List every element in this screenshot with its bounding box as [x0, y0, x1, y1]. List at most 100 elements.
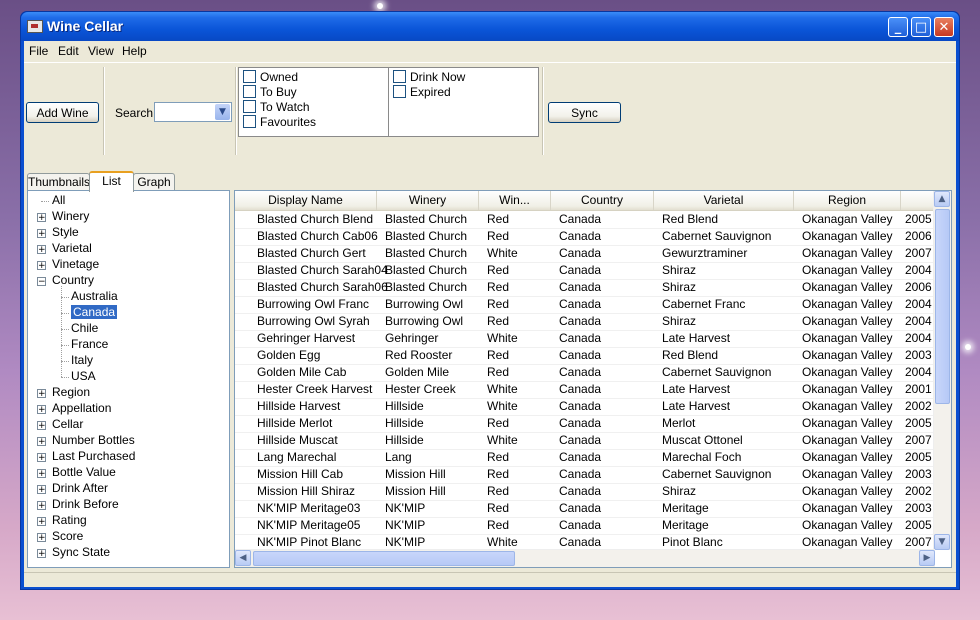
tree-item[interactable]: Cellar	[52, 417, 83, 433]
wine-list[interactable]: Display Name Winery Win... Country Varietal R…	[234, 190, 952, 568]
col-varietal-header[interactable]: Varietal	[654, 191, 794, 210]
checkbox-icon[interactable]	[243, 70, 256, 83]
horizontal-scrollbar[interactable]: ◀ ▶	[235, 549, 935, 567]
tree-item[interactable]: Number Bottles	[52, 433, 135, 449]
tab-list[interactable]: List	[89, 171, 134, 192]
tree-item[interactable]: Region	[52, 385, 90, 401]
tree-item[interactable]: Appellation	[52, 401, 111, 417]
expand-icon[interactable]: +	[37, 437, 46, 447]
expand-icon[interactable]: +	[37, 485, 46, 495]
checkbox-icon[interactable]	[393, 85, 406, 98]
expand-icon[interactable]: +	[37, 549, 46, 559]
expand-icon[interactable]: +	[37, 405, 46, 415]
expand-icon[interactable]: +	[37, 469, 46, 479]
tree-item[interactable]: Rating	[52, 513, 87, 529]
col-winery-header[interactable]: Winery	[377, 191, 479, 210]
expand-icon[interactable]: +	[37, 389, 46, 399]
table-row[interactable]: NK'MIP Meritage03 NK'MIP Red Canada Meritage…	[235, 500, 935, 518]
tree-item[interactable]: Bottle Value	[52, 465, 116, 481]
col-display-name-header[interactable]: Display Name	[235, 191, 377, 210]
expand-icon[interactable]: +	[37, 421, 46, 431]
table-row[interactable]: NK'MIP Meritage05 NK'MIP Red Canada Meritage…	[235, 517, 935, 535]
table-row[interactable]: Golden Egg Red Rooster Red Canada Red Blend O…	[235, 347, 935, 365]
close-button[interactable]: ✕	[934, 17, 954, 37]
table-row[interactable]: Hillside Muscat Hillside White Canada Muscat…	[235, 432, 935, 450]
filter-drink-now[interactable]: Drink Now	[393, 70, 465, 85]
tree-item[interactable]: Last Purchased	[52, 449, 135, 465]
scroll-up-icon[interactable]: ▲	[934, 191, 950, 207]
expand-icon[interactable]: +	[37, 453, 46, 463]
menu-help[interactable]: Help	[122, 44, 147, 58]
table-row[interactable]: Burrowing Owl Franc Burrowing Owl Red Canad…	[235, 296, 935, 314]
tree-item[interactable]: Australia	[71, 289, 118, 305]
tree-item[interactable]: Sync State	[52, 545, 110, 561]
menu-file[interactable]: File	[29, 44, 48, 58]
table-row[interactable]: Golden Mile Cab Golden Mile Red Canada Caber…	[235, 364, 935, 382]
tab-thumbnails[interactable]: Thumbnails	[27, 173, 90, 190]
table-row[interactable]: Blasted Church Blend Blasted Church Red Can…	[235, 211, 935, 229]
chevron-down-icon[interactable]: ▼	[215, 104, 230, 120]
tree-item[interactable]: Drink Before	[52, 497, 119, 513]
table-row[interactable]: Blasted Church Cab06 Blasted Church Red Can…	[235, 228, 935, 246]
table-row[interactable]: Blasted Church Gert Blasted Church White Ca…	[235, 245, 935, 263]
tree-item[interactable]: France	[71, 337, 108, 353]
filter-to-watch[interactable]: To Watch	[243, 100, 310, 115]
checkbox-icon[interactable]	[393, 70, 406, 83]
table-row[interactable]: Hester Creek Harvest Hester Creek White Can…	[235, 381, 935, 399]
col-region-header[interactable]: Region	[794, 191, 901, 210]
expand-icon[interactable]: +	[37, 533, 46, 543]
tree-item[interactable]: USA	[71, 369, 96, 385]
expand-icon[interactable]: +	[37, 213, 46, 223]
table-row[interactable]: Lang Marechal Lang Red Canada Marechal Foch O…	[235, 449, 935, 467]
scroll-right-icon[interactable]: ▶	[919, 550, 935, 566]
expand-icon[interactable]: +	[37, 501, 46, 511]
tree-item[interactable]: Drink After	[52, 481, 108, 497]
collapse-icon[interactable]: −	[37, 277, 46, 287]
title-bar[interactable]: Wine Cellar _ □ ✕	[21, 12, 959, 41]
tree-item[interactable]: Winery	[52, 209, 89, 225]
scroll-left-icon[interactable]: ◀	[235, 550, 251, 566]
filter-expired[interactable]: Expired	[393, 85, 451, 100]
add-wine-button[interactable]: Add Wine	[26, 102, 99, 123]
maximize-button[interactable]: □	[911, 17, 931, 37]
menu-view[interactable]: View	[88, 44, 114, 58]
filter-owned[interactable]: Owned	[243, 70, 298, 85]
table-row[interactable]: Mission Hill Cab Mission Hill Red Canada Cab…	[235, 466, 935, 484]
table-row[interactable]: Hillside Merlot Hillside Red Canada Merlot Ok…	[235, 415, 935, 433]
table-row[interactable]: Blasted Church Sarah06 Blasted Church Red C…	[235, 279, 935, 297]
expand-icon[interactable]: +	[37, 229, 46, 239]
scroll-down-icon[interactable]: ▼	[934, 534, 950, 550]
tree-item[interactable]: Country	[52, 273, 94, 289]
col-wine-type-header[interactable]: Win...	[479, 191, 551, 210]
filter-to-buy[interactable]: To Buy	[243, 85, 297, 100]
horizontal-scroll-thumb[interactable]	[253, 551, 515, 566]
vertical-scrollbar[interactable]: ▲ ▼	[933, 191, 951, 550]
filter-favourites[interactable]: Favourites	[243, 115, 316, 130]
checkbox-icon[interactable]	[243, 85, 256, 98]
tree-item[interactable]: Italy	[71, 353, 93, 369]
table-row[interactable]: Burrowing Owl Syrah Burrowing Owl Red Canad…	[235, 313, 935, 331]
sync-button[interactable]: Sync	[548, 102, 621, 123]
vertical-scroll-thumb[interactable]	[935, 209, 950, 404]
tree-item[interactable]: Varietal	[52, 241, 92, 257]
checkbox-icon[interactable]	[243, 100, 256, 113]
tree-item[interactable]: Score	[52, 529, 83, 545]
tab-graph[interactable]: Graph	[133, 173, 175, 190]
tree-item[interactable]: Style	[52, 225, 79, 241]
col-vintage-header[interactable]	[901, 191, 935, 210]
expand-icon[interactable]: +	[37, 517, 46, 527]
tree-item[interactable]: Vinetage	[52, 257, 99, 273]
table-row[interactable]: Hillside Harvest Hillside White Canada Late …	[235, 398, 935, 416]
menu-edit[interactable]: Edit	[58, 44, 79, 58]
category-tree[interactable]: All Winery + Style + Varietal + Vinetage + Countr…	[27, 190, 230, 568]
col-country-header[interactable]: Country	[551, 191, 654, 210]
expand-icon[interactable]: +	[37, 261, 46, 271]
table-row[interactable]: Blasted Church Sarah04 Blasted Church Red C…	[235, 262, 935, 280]
table-row[interactable]: Gehringer Harvest Gehringer White Canada Lat…	[235, 330, 935, 348]
table-row[interactable]: Mission Hill Shiraz Mission Hill Red Canada…	[235, 483, 935, 501]
checkbox-icon[interactable]	[243, 115, 256, 128]
tree-item[interactable]: Canada	[71, 305, 118, 321]
minimize-button[interactable]: _	[888, 17, 908, 37]
tree-item[interactable]: All	[52, 193, 65, 209]
expand-icon[interactable]: +	[37, 245, 46, 255]
